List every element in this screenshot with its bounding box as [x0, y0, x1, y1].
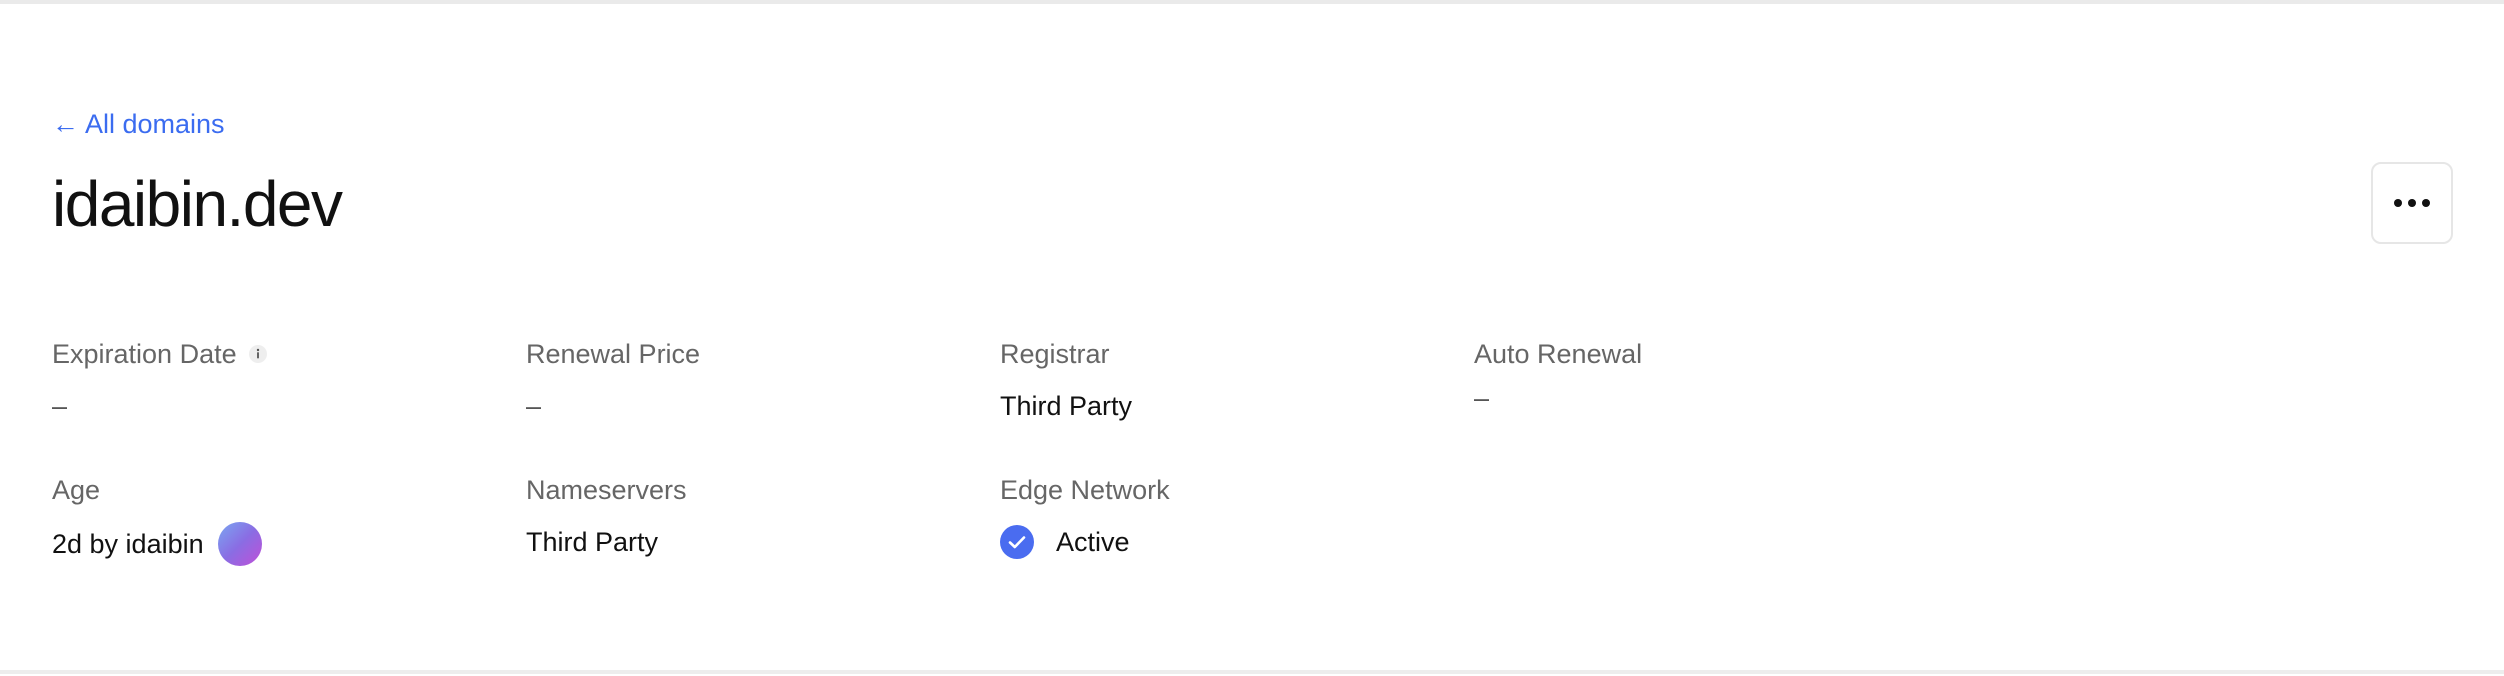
registrar-value: Third Party — [1000, 391, 1133, 421]
edge-network-status: Active — [1056, 527, 1130, 557]
ellipsis-icon — [2422, 199, 2430, 207]
auto-renewal-label: Auto Renewal — [1474, 339, 1643, 369]
left-arrow-icon: ← — [52, 109, 79, 139]
ellipsis-icon — [2394, 199, 2402, 207]
age-field: Age 2d by idaibin — [52, 472, 262, 566]
registrar-label: Registrar — [1000, 339, 1110, 369]
age-label: Age — [52, 475, 101, 505]
edge-network-label: Edge Network — [1000, 475, 1170, 505]
top-divider — [0, 0, 2504, 4]
more-options-button[interactable] — [2371, 162, 2453, 244]
renewal-price-field: Renewal Price – — [526, 336, 700, 424]
back-link-label: All domains — [85, 109, 225, 139]
bottom-divider — [0, 670, 2504, 674]
page-title: idaibin.dev — [52, 168, 343, 240]
nameservers-label: Nameservers — [526, 475, 687, 505]
nameservers-field: Nameservers Third Party — [526, 472, 687, 560]
auto-renewal-value: – — [1474, 383, 1490, 413]
expiration-date-value: – — [52, 391, 68, 421]
age-value: 2d by idaibin — [52, 529, 204, 559]
ellipsis-icon — [2408, 199, 2416, 207]
info-icon[interactable] — [248, 345, 267, 363]
expiration-date-label: Expiration Date — [52, 339, 237, 369]
auto-renewal-field: Auto Renewal – — [1474, 336, 1642, 416]
avatar[interactable] — [217, 522, 262, 566]
expiration-date-field: Expiration Date – — [52, 336, 267, 424]
registrar-field: Registrar Third Party — [1000, 336, 1132, 424]
back-to-all-domains-link[interactable]: ← All domains — [52, 106, 225, 142]
check-circle-icon — [1000, 525, 1034, 559]
nameservers-value: Third Party — [526, 527, 659, 557]
edge-network-field: Edge Network Active — [1000, 472, 1170, 560]
renewal-price-label: Renewal Price — [526, 339, 701, 369]
renewal-price-value: – — [526, 391, 542, 421]
